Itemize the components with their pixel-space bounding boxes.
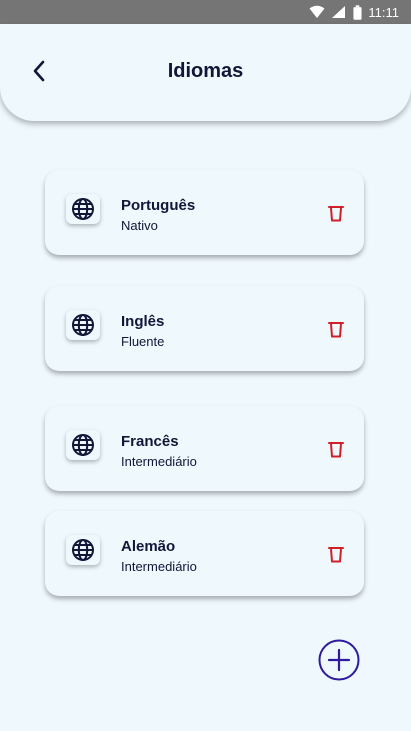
trash-icon bbox=[328, 322, 344, 338]
status-bar: 11:11 bbox=[0, 0, 411, 24]
language-name: Inglês bbox=[121, 313, 165, 330]
globe-icon bbox=[72, 314, 94, 336]
language-level: Intermediário bbox=[121, 454, 197, 469]
plus-circle-icon bbox=[318, 639, 360, 681]
globe-icon bbox=[72, 198, 94, 220]
language-name: Português bbox=[121, 197, 196, 214]
add-language-button[interactable] bbox=[318, 639, 360, 681]
delete-language-button[interactable] bbox=[328, 320, 344, 338]
status-time: 11:11 bbox=[368, 4, 399, 20]
language-name: Francês bbox=[121, 433, 179, 450]
language-icon-box bbox=[66, 310, 100, 340]
language-level: Intermediário bbox=[121, 559, 197, 574]
language-level: Fluente bbox=[121, 334, 165, 349]
delete-language-button[interactable] bbox=[328, 204, 344, 222]
globe-icon bbox=[72, 434, 94, 456]
delete-language-button[interactable] bbox=[328, 440, 344, 458]
language-card: Francês Intermediário bbox=[45, 406, 364, 491]
battery-icon bbox=[353, 4, 362, 20]
language-name: Alemão bbox=[121, 538, 176, 555]
language-card: Português Nativo bbox=[45, 170, 364, 255]
language-icon-box bbox=[66, 430, 100, 460]
language-card: Inglês Fluente bbox=[45, 286, 364, 371]
signal-icon bbox=[332, 6, 346, 18]
delete-language-button[interactable] bbox=[328, 545, 344, 563]
page-title: Idiomas bbox=[167, 60, 244, 82]
trash-icon bbox=[328, 442, 344, 458]
trash-icon bbox=[328, 206, 344, 222]
globe-icon bbox=[72, 539, 94, 561]
language-level: Nativo bbox=[121, 218, 158, 233]
app-header: Idiomas bbox=[0, 24, 411, 121]
wifi-icon bbox=[309, 5, 325, 18]
trash-icon bbox=[328, 547, 344, 563]
language-card: Alemão Intermediário bbox=[45, 511, 364, 596]
language-icon-box bbox=[66, 194, 100, 224]
language-icon-box bbox=[66, 535, 100, 565]
